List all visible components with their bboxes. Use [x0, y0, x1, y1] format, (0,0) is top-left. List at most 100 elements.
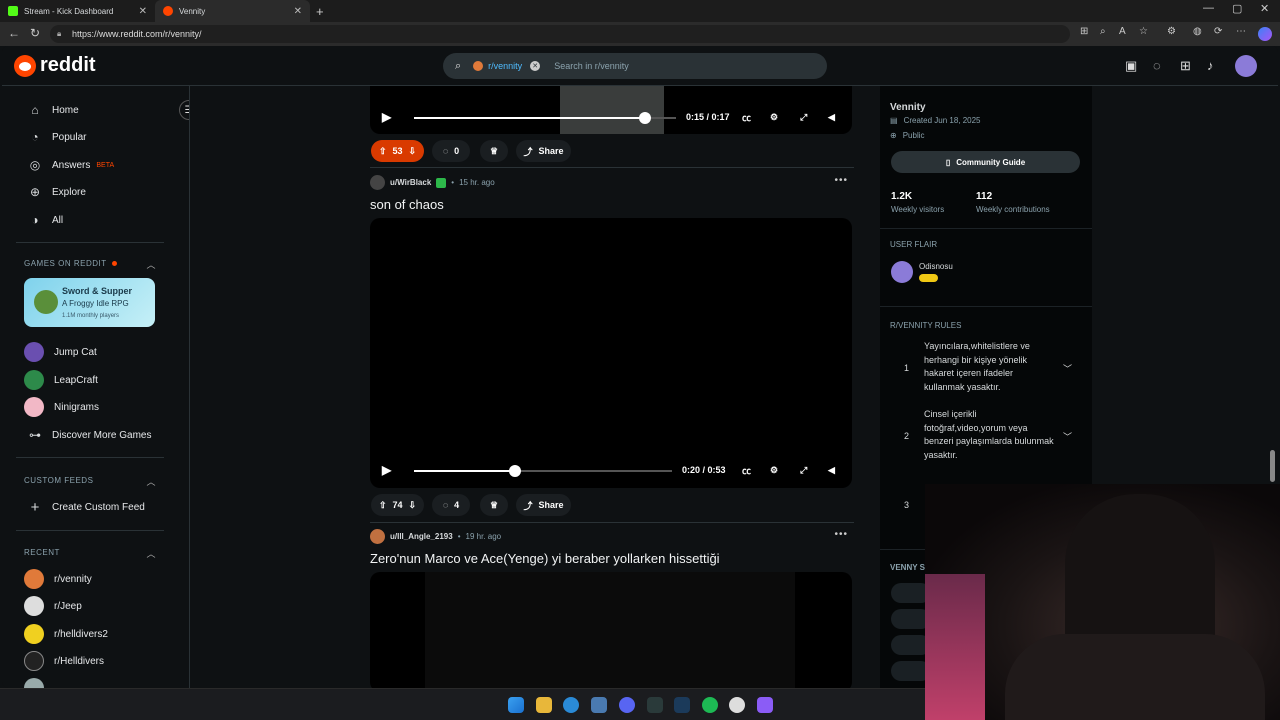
collections-icon[interactable]: ◍ — [1193, 26, 1202, 37]
scrubber-handle[interactable] — [638, 112, 651, 124]
zoom-icon[interactable]: ⌕ — [1100, 26, 1106, 37]
post-author[interactable]: u/Ill_Angle_2193 — [390, 532, 453, 541]
create-post-icon[interactable]: ⊞ — [1180, 58, 1191, 74]
windows-start-icon[interactable] — [508, 697, 524, 713]
play-icon[interactable]: ▶ — [382, 463, 391, 477]
steam-icon[interactable] — [674, 697, 690, 713]
video-scrubber[interactable] — [414, 112, 676, 124]
recent-item-helldivers2[interactable]: r/helldivers2 — [24, 624, 174, 644]
advertise-icon[interactable]: ▣ — [1125, 58, 1137, 74]
settings-icon[interactable]: ⚙ — [770, 112, 778, 123]
chevron-down-icon[interactable]: ﹀ — [1063, 362, 1072, 375]
create-custom-feed[interactable]: + Create Custom Feed — [28, 497, 178, 517]
chevron-up-icon[interactable]: ︿ — [146, 475, 156, 488]
chat-icon[interactable]: ◌ — [1153, 58, 1161, 73]
discover-more-games[interactable]: ⊶ Discover More Games — [28, 425, 178, 445]
game-card-sword-supper[interactable]: Sword & Supper A Froggy Idle RPG 1.1M mo… — [24, 278, 155, 327]
vote-button-2[interactable]: ⇧ 74 ⇩ — [371, 494, 424, 516]
captions-icon[interactable]: ㏄ — [742, 111, 751, 124]
post-options-icon[interactable]: ••• — [834, 175, 848, 186]
copilot-icon[interactable] — [1258, 27, 1272, 41]
upvote-icon[interactable]: ⇧ — [379, 500, 387, 511]
video-player-1[interactable]: ▶ 0:15 / 0:17 ㏄ ⚙ ⤢ ◀ — [370, 86, 852, 134]
scrubber-handle[interactable] — [508, 465, 521, 477]
favorite-icon[interactable]: ☆ — [1139, 26, 1148, 37]
app-icon[interactable] — [591, 697, 607, 713]
sidebar-item-all[interactable]: ◑ All — [28, 210, 178, 230]
maximize-icon[interactable]: ▢ — [1232, 2, 1242, 15]
game-item-jump-cat[interactable]: Jump Cat — [24, 342, 174, 362]
read-aloud-icon[interactable]: A — [1119, 26, 1126, 37]
more-icon[interactable]: ⋯ — [1236, 26, 1246, 37]
fullscreen-icon[interactable]: ⤢ — [800, 465, 807, 476]
play-icon[interactable]: ▶ — [382, 110, 391, 124]
award-button-1[interactable]: ♕ — [480, 140, 508, 162]
recent-item-vennity[interactable]: r/vennity — [24, 569, 174, 589]
community-guide-button[interactable]: ▯ Community Guide — [891, 151, 1080, 173]
new-tab-icon[interactable]: + — [316, 4, 324, 19]
file-explorer-icon[interactable] — [536, 697, 552, 713]
video-player-2[interactable]: ▶ 0:20 / 0:53 ㏄ ⚙ ⤢ ◀ — [370, 218, 852, 488]
chevron-up-icon[interactable]: ︿ — [146, 547, 156, 560]
close-window-icon[interactable]: ✕ — [1260, 2, 1269, 15]
close-tab-icon[interactable]: ✕ — [139, 6, 147, 17]
recent-item-partial[interactable] — [24, 678, 174, 688]
recent-item-helldivers[interactable]: r/Helldivers — [24, 651, 174, 671]
sync-icon[interactable]: ⟳ — [1214, 26, 1222, 37]
downvote-icon[interactable]: ⇩ — [409, 500, 417, 511]
vote-button-1[interactable]: ⇧ 53 ⇩ — [371, 140, 424, 162]
app-icon[interactable] — [647, 697, 663, 713]
extensions-icon[interactable]: ⚙ — [1167, 26, 1176, 37]
close-tab-icon[interactable]: ✕ — [294, 6, 302, 17]
chevron-down-icon[interactable]: ﹀ — [1063, 430, 1072, 443]
chevron-up-icon[interactable]: ︿ — [146, 258, 156, 271]
sidebar-item-answers[interactable]: ◎ Answers BETA — [28, 155, 178, 175]
game-item-ninigrams[interactable]: Ninigrams — [24, 397, 174, 417]
video-player-3[interactable] — [370, 572, 852, 688]
reddit-logo[interactable]: reddit — [14, 54, 96, 77]
game-item-leapcraft[interactable]: LeapCraft — [24, 370, 174, 390]
minimize-icon[interactable]: — — [1203, 2, 1214, 14]
video-scrubber[interactable] — [414, 465, 672, 477]
page-scrollbar-thumb[interactable] — [1270, 450, 1275, 482]
user-avatar[interactable] — [1235, 55, 1257, 77]
back-icon[interactable]: ← — [8, 26, 20, 40]
app-icon[interactable] — [757, 697, 773, 713]
collapse-sidebar-icon[interactable]: ☰ — [179, 100, 189, 120]
post-title-2[interactable]: son of chaos — [370, 197, 444, 212]
sidebar-item-explore[interactable]: ⊕ Explore — [28, 182, 178, 202]
url-field[interactable]: 🔒︎ https://www.reddit.com/r/vennity/ — [50, 25, 1070, 43]
custom-feeds-header[interactable]: CUSTOM FEEDS ︿ — [24, 475, 156, 488]
settings-icon[interactable]: ⚙ — [770, 465, 778, 476]
sidebar-item-popular[interactable]: ◔ Popular — [28, 127, 178, 147]
notifications-icon[interactable]: ♪ — [1207, 58, 1214, 73]
share-button-1[interactable]: ⤴ Share — [516, 140, 571, 162]
post-title-3[interactable]: Zero'nun Marco ve Ace(Yenge) yi beraber … — [370, 551, 720, 566]
browser-tab-kick[interactable]: Stream - Kick Dashboard ✕ — [0, 0, 155, 22]
games-section-header[interactable]: GAMES ON REDDIT ︿ — [24, 258, 156, 271]
post-options-icon[interactable]: ••• — [834, 529, 848, 540]
fullscreen-icon[interactable]: ⤢ — [800, 112, 807, 123]
author-avatar[interactable] — [370, 529, 385, 544]
edge-icon[interactable] — [563, 697, 579, 713]
discord-icon[interactable] — [619, 697, 635, 713]
app-icon[interactable] — [729, 697, 745, 713]
volume-icon[interactable]: ◀ — [828, 465, 835, 476]
award-button-2[interactable]: ♕ — [480, 494, 508, 516]
share-button-2[interactable]: ⤴ Share — [516, 494, 571, 516]
captions-icon[interactable]: ㏄ — [742, 464, 751, 477]
comments-button-2[interactable]: ◌ 4 — [432, 494, 470, 516]
spotify-icon[interactable] — [702, 697, 718, 713]
recent-item-jeep[interactable]: r/Jeep — [24, 596, 174, 616]
browser-tab-vennity[interactable]: Vennity ✕ — [155, 0, 310, 22]
recent-header[interactable]: RECENT ︿ — [24, 547, 156, 560]
search-placeholder[interactable]: Search in r/vennity — [554, 61, 629, 71]
search-bar[interactable]: ⌕ r/vennity ✕ Search in r/vennity — [443, 53, 827, 79]
clear-chip-icon[interactable]: ✕ — [530, 61, 541, 71]
search-subreddit-chip[interactable]: r/vennity — [488, 61, 522, 71]
refresh-icon[interactable]: ↻ — [30, 26, 40, 40]
sidebar-item-home[interactable]: ⌂ Home — [28, 100, 178, 120]
comments-button-1[interactable]: ◌ 0 — [432, 140, 470, 162]
upvote-icon[interactable]: ⇧ — [379, 146, 387, 157]
volume-icon[interactable]: ◀ — [828, 112, 835, 123]
